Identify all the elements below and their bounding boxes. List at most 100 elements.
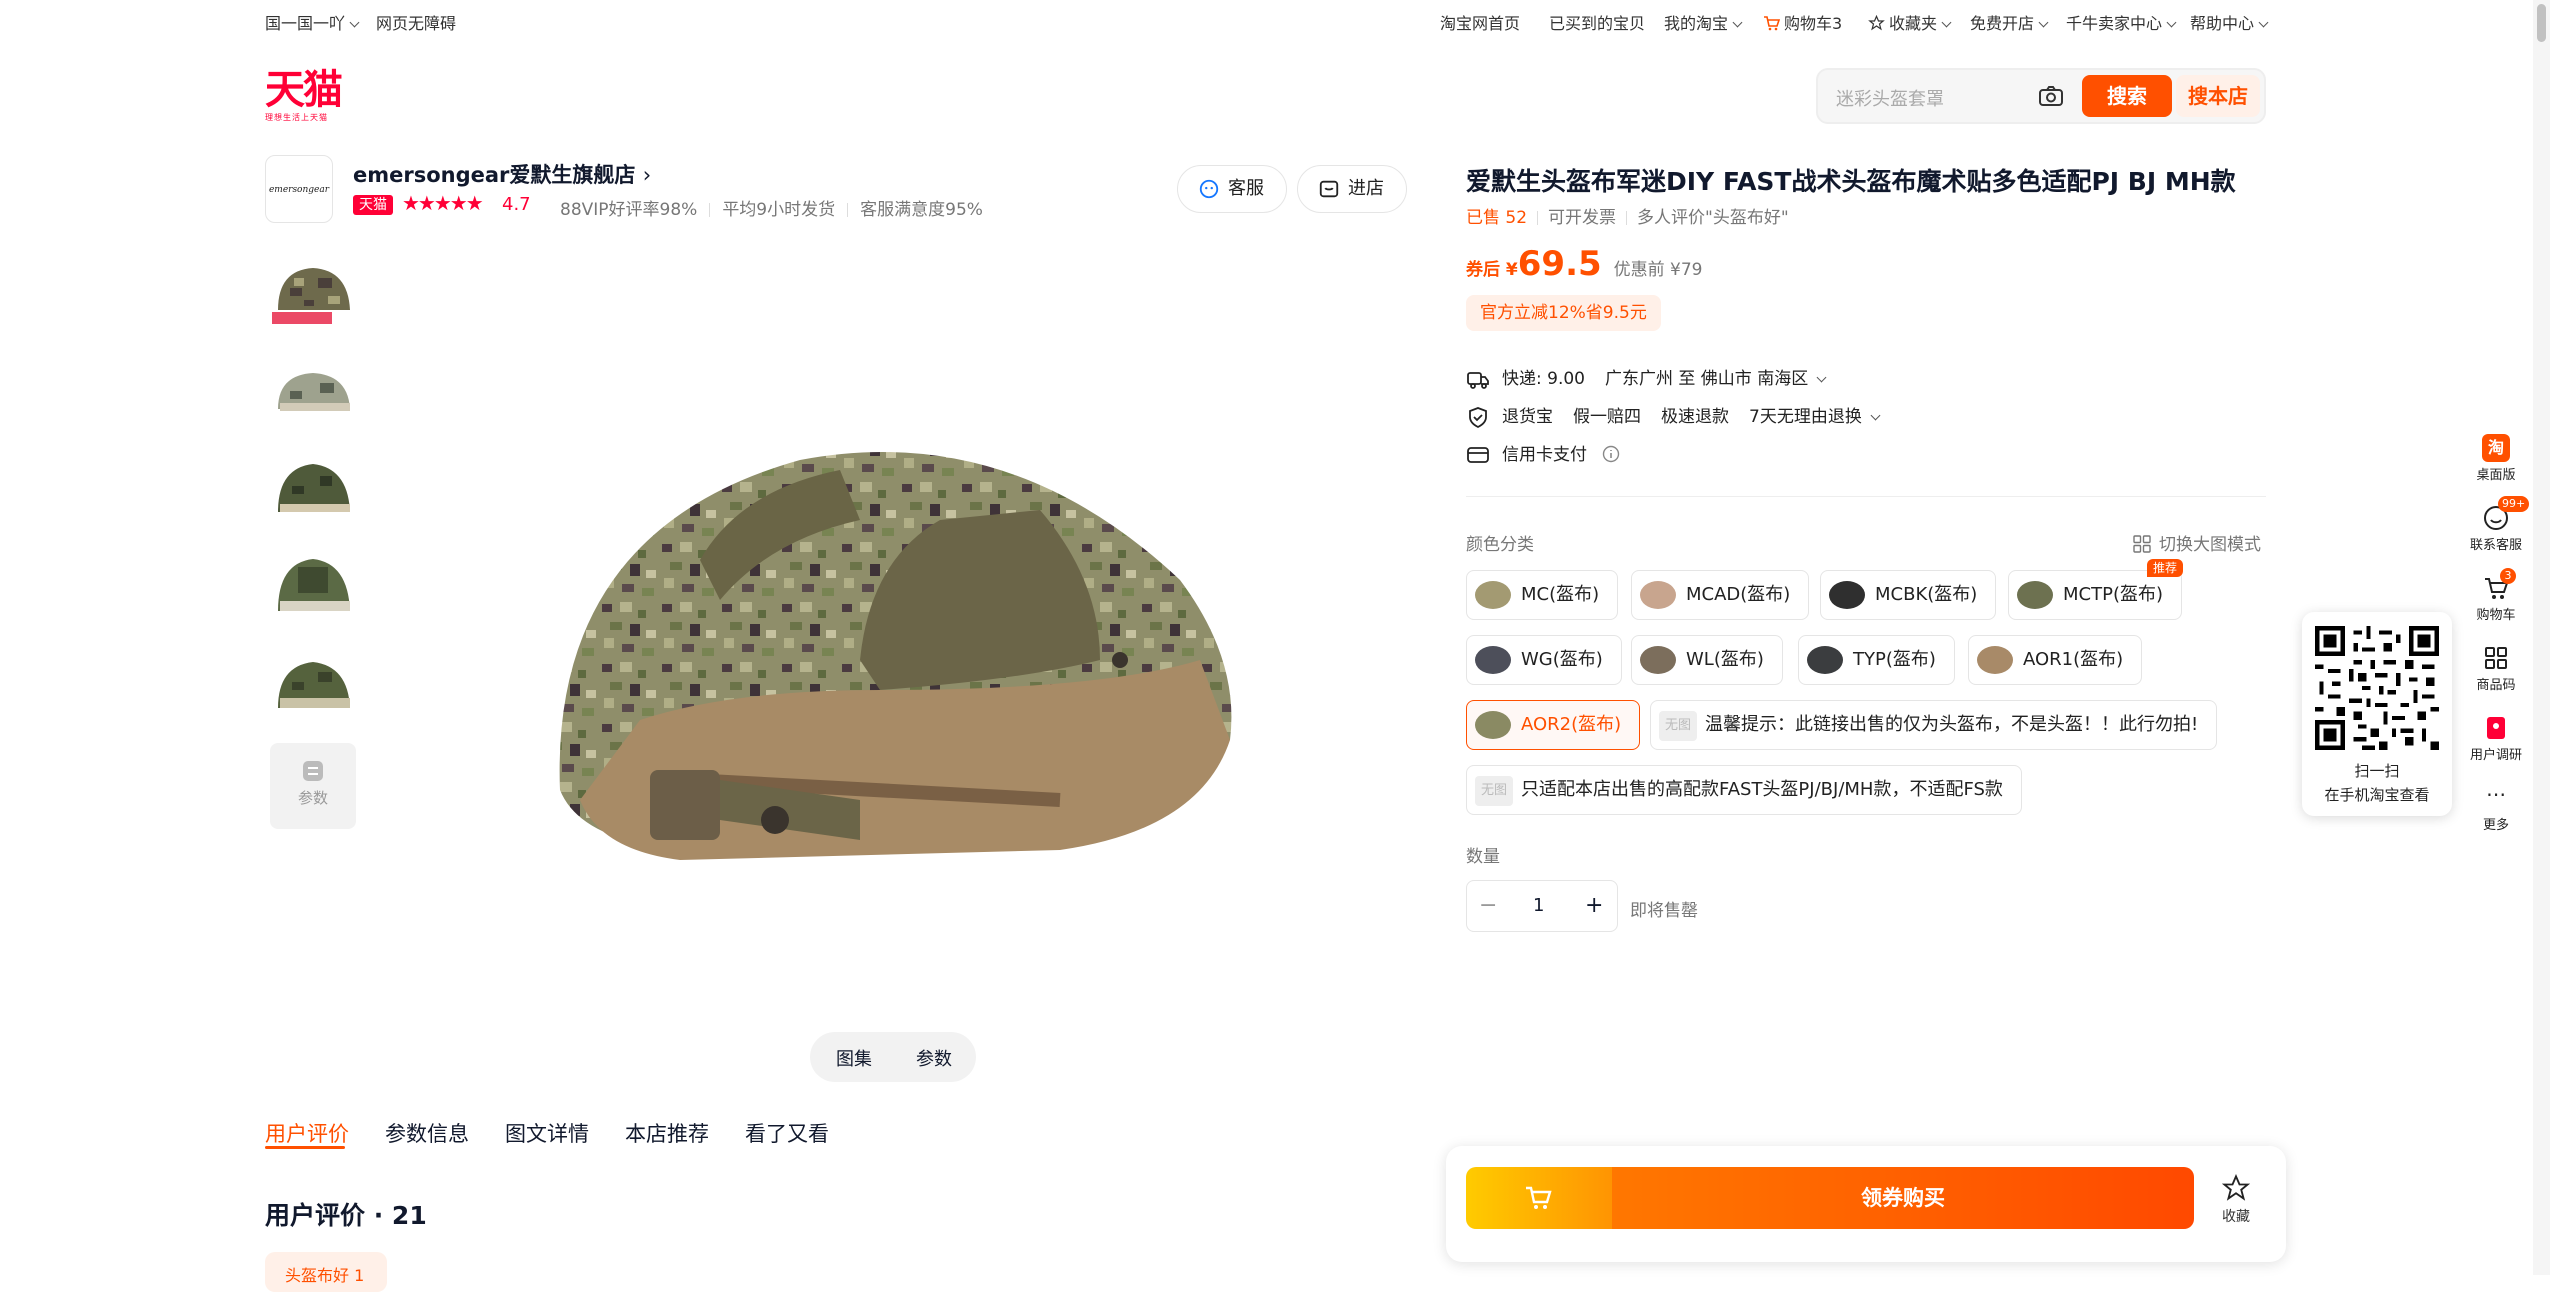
region-selector[interactable]: 国一国一吖 xyxy=(265,10,360,34)
sku-option-wg[interactable]: WG(盔布) xyxy=(1466,635,1622,685)
sku-option-compat[interactable]: 无图 只适配本店出售的高配款FAST头盔PJ/BJ/MH款，不适配FS款 xyxy=(1466,765,2022,815)
sku-swatch xyxy=(1475,711,1511,739)
thumbnail-image[interactable] xyxy=(270,545,356,631)
tab-shop-recommend[interactable]: 本店推荐 xyxy=(625,1118,709,1148)
shop-rating: 4.7 xyxy=(502,194,531,215)
thumbnail-image[interactable] xyxy=(270,446,356,532)
quantity-input[interactable]: 1 xyxy=(1533,895,1544,916)
tab-reviews[interactable]: 用户评价 xyxy=(265,1118,349,1148)
buy-bar: 领券购买 收藏 xyxy=(1446,1146,2286,1262)
decrement-button[interactable]: − xyxy=(1479,893,1497,918)
sku-option-mcbk[interactable]: MCBK(盔布) xyxy=(1820,570,1997,620)
chevron-down-icon xyxy=(1941,17,1952,28)
gallery-toggle: 图集 参数 xyxy=(810,1032,976,1082)
my-taobao-link[interactable]: 我的淘宝 xyxy=(1664,10,1743,34)
sidebar-item-product-code[interactable]: 商品码 xyxy=(2462,644,2530,693)
grid-icon xyxy=(2133,535,2151,553)
shop-metrics: 88VIP好评率98% 平均9小时发货 客服满意度95% xyxy=(560,200,983,220)
sku-option-aor2[interactable]: AOR2(盔布) xyxy=(1466,700,1641,750)
camera-icon[interactable] xyxy=(2038,84,2064,108)
qr-code xyxy=(2315,626,2439,750)
main-product-image[interactable] xyxy=(540,360,1240,920)
qr-popup: 扫一扫 在手机淘宝查看 xyxy=(2302,612,2452,816)
thumbnail-list: 参数 xyxy=(270,248,358,829)
search-box: 迷彩头盔套罩 搜索 搜本店 xyxy=(1816,68,2266,124)
sidebar-item-survey[interactable]: 用户调研 xyxy=(2462,714,2530,763)
tab-details[interactable]: 图文详情 xyxy=(505,1118,589,1148)
rating-stars: ★★★★★ xyxy=(402,191,484,215)
return-policy[interactable]: 7天无理由退换 xyxy=(1749,407,1881,427)
chevron-down-icon xyxy=(1732,17,1743,28)
chevron-down-icon xyxy=(2258,17,2269,28)
sku-option-mctp[interactable]: MCTP(盔布) 推荐 xyxy=(2008,559,2183,620)
shop-card: emersongear emersongear爱默生旗舰店 › 天猫 ★★★★★… xyxy=(265,155,1407,227)
thumbnail-image[interactable] xyxy=(270,248,356,334)
thumbnail-image[interactable] xyxy=(270,644,356,730)
sku-option-mcad[interactable]: MCAD(盔布) xyxy=(1631,570,1810,620)
sku-option-typ[interactable]: TYP(盔布) xyxy=(1798,635,1955,685)
page-scrollbar[interactable] xyxy=(2533,0,2550,1275)
cart-link[interactable]: 购物车3 xyxy=(1763,10,1842,34)
sidebar-item-desktop[interactable]: 淘 桌面版 xyxy=(2462,434,2530,483)
sku-swatch xyxy=(1977,646,2013,674)
search-button[interactable]: 搜索 xyxy=(2082,75,2172,117)
sku-label: 颜色分类 xyxy=(1466,535,1534,555)
cart-icon: 3 xyxy=(2482,568,2516,602)
recommend-tag: 推荐 xyxy=(2146,559,2183,577)
promo-badge: 官方立减12%省9.5元 xyxy=(1466,295,1661,331)
buy-now-button[interactable]: 领券购买 xyxy=(1612,1167,2194,1229)
favorite-button[interactable]: 收藏 xyxy=(2206,1173,2266,1226)
switch-view-mode[interactable]: 切换大图模式 xyxy=(2133,530,2261,555)
bought-link[interactable]: 已买到的宝贝 xyxy=(1549,10,1645,34)
shipping-route[interactable]: 广东广州 至 佛山市 南海区 xyxy=(1605,369,1827,389)
truck-icon xyxy=(1467,372,1489,389)
taobao-home-link[interactable]: 淘宝网首页 xyxy=(1440,10,1520,34)
sku-option-mc[interactable]: MC(盔布) xyxy=(1466,570,1619,620)
qr-scan-label: 扫一扫 xyxy=(2354,762,2400,780)
tab-params[interactable]: 参数信息 xyxy=(385,1118,469,1148)
reviews-title: 用户评价 · 21 xyxy=(265,1201,427,1230)
tmall-badge: 天猫 xyxy=(353,195,393,215)
thumbnail-image[interactable] xyxy=(270,347,356,433)
sku-option-wl[interactable]: WL(盔布) xyxy=(1631,635,1783,685)
chevron-down-icon xyxy=(349,17,360,28)
add-to-cart-button[interactable] xyxy=(1466,1167,1612,1229)
sidebar-item-service[interactable]: 99+ 联系客服 xyxy=(2462,496,2530,553)
open-shop-link[interactable]: 免费开店 xyxy=(1970,10,2049,34)
increment-button[interactable]: + xyxy=(1585,893,1603,918)
search-shop-button[interactable]: 搜本店 xyxy=(2176,75,2260,117)
shop-name-link[interactable]: emersongear爱默生旗舰店 › xyxy=(353,159,651,189)
customer-service-button[interactable]: 客服 xyxy=(1177,165,1287,213)
params-button[interactable]: 参数 xyxy=(916,1045,952,1071)
price-value: 69.5 xyxy=(1517,244,1602,284)
sku-swatch xyxy=(1640,646,1676,674)
help-center-link[interactable]: 帮助中心 xyxy=(2190,10,2269,34)
chevron-down-icon xyxy=(1870,410,1881,421)
stock-status: 即将售罄 xyxy=(1630,901,1698,921)
sku-swatch xyxy=(1475,581,1511,609)
sidebar-item-more[interactable]: ⋯ 更多 xyxy=(2462,784,2530,833)
sku-option-aor1[interactable]: AOR1(盔布) xyxy=(1968,635,2143,685)
sidebar-item-cart[interactable]: 3 购物车 xyxy=(2462,568,2530,623)
review-tag-chip[interactable]: 头盔布好 1 xyxy=(265,1252,387,1292)
search-input[interactable]: 迷彩头盔套罩 xyxy=(1836,85,1944,111)
seller-center-link[interactable]: 千牛卖家中心 xyxy=(2066,10,2177,34)
accessibility-link[interactable]: 网页无障碍 xyxy=(376,10,456,34)
tab-also-viewed[interactable]: 看了又看 xyxy=(745,1118,829,1148)
sku-swatch xyxy=(1807,646,1843,674)
sku-swatch xyxy=(2017,581,2053,609)
enter-shop-button[interactable]: 进店 xyxy=(1297,165,1407,213)
original-price: 优惠前 ¥79 xyxy=(1613,260,1703,280)
shop-logo[interactable]: emersongear xyxy=(265,155,333,223)
params-thumbnail[interactable]: 参数 xyxy=(270,743,356,829)
gallery-button[interactable]: 图集 xyxy=(836,1045,872,1071)
sku-option-notice[interactable]: 无图 温馨提示：此链接出售的仅为头盔布，不是头盔！！此行勿拍! xyxy=(1650,700,2218,750)
shipping-row: 快递: 9.00 广东广州 至 佛山市 南海区 xyxy=(1466,364,1827,390)
chevron-down-icon xyxy=(2166,17,2177,28)
divider xyxy=(1466,496,2266,497)
tmall-logo[interactable]: 天猫 理想生活上天猫 xyxy=(265,68,355,126)
scrollbar-thumb[interactable] xyxy=(2537,4,2546,42)
star-icon xyxy=(1868,14,1885,31)
info-icon[interactable] xyxy=(1602,445,1620,463)
favorites-link[interactable]: 收藏夹 xyxy=(1868,10,1952,34)
